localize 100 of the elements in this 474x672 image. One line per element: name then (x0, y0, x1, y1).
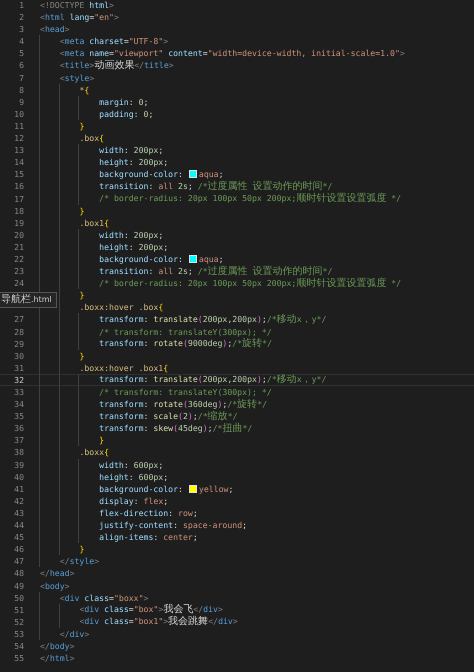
line-number: 40 (14, 470, 24, 483)
line-number: 21 (14, 240, 24, 253)
line-number: 48 (14, 567, 24, 580)
code-text: <div class="box1">我会跳舞</div> (79, 615, 238, 628)
line-number: 39 (14, 458, 24, 471)
code-text: </div> (60, 628, 90, 640)
code-text: yellow; (198, 482, 234, 495)
line-number: 20 (14, 228, 24, 241)
code-text: transform: translate(200px,200px);/*移动x，y*/ (99, 374, 326, 386)
code-text: background-color: (99, 168, 184, 180)
code-text: <html lang="en"> (40, 11, 119, 24)
code-text: <style> (60, 72, 94, 84)
code-text: justify-content: space-around; (99, 519, 248, 532)
line-number: 8 (19, 84, 24, 96)
code-text: height: 200px; (99, 156, 168, 168)
line-number: 54 (14, 640, 24, 652)
code-text: .box{ (79, 132, 104, 144)
line-number: 46 (14, 543, 24, 556)
code-text: transform: skew(45deg);/*扭曲*/ (99, 422, 252, 435)
code-text: /* transform: translateY(300px); */ (99, 386, 272, 398)
line-number: 22 (14, 252, 24, 266)
code-text: background-color: (99, 482, 184, 495)
line-number: 44 (14, 519, 24, 532)
code-text: .box1{ (79, 216, 110, 229)
code-text: margin: 0; (99, 96, 148, 108)
line-number: 45 (14, 531, 24, 544)
line-number: 28 (14, 326, 24, 338)
line-number: 13 (14, 144, 24, 156)
line-number: 24 (14, 277, 24, 290)
line-number: 10 (14, 108, 24, 120)
code-text: <!DOCTYPE html> (40, 0, 114, 12)
line-number: 9 (19, 96, 24, 108)
color-swatch[interactable] (188, 255, 197, 264)
line-number: 33 (14, 386, 24, 398)
code-text: .boxx:hover .box1{ (79, 362, 168, 374)
code-text: } (79, 350, 84, 362)
line-number: 55 (14, 652, 24, 664)
line-number: 53 (14, 628, 24, 640)
code-text: </html> (40, 652, 75, 664)
code-text: height: 200px; (99, 240, 168, 253)
code-text: /* transform: translateY(300px); */ (99, 326, 272, 338)
line-number: 19 (14, 216, 24, 229)
line-number: 5 (19, 47, 24, 60)
code-text: height: 600px; (99, 470, 168, 483)
code-text: <body> (40, 580, 70, 592)
line-number: 37 (14, 434, 24, 446)
code-text: padding: 0; (99, 108, 154, 120)
code-text: transition: all 2s; /*过度属性 设置动作的时间*/ (99, 264, 332, 278)
code-text: } (79, 204, 84, 217)
code-text: } (79, 120, 84, 132)
code-text: <div class="boxx"> (60, 592, 148, 604)
color-swatch[interactable] (188, 484, 197, 493)
line-number: 41 (14, 482, 24, 495)
line-number: 49 (14, 580, 24, 592)
code-text: } (99, 434, 104, 446)
code-text: aqua; (198, 168, 224, 180)
line-number: 43 (14, 506, 24, 520)
line-number: 42 (14, 494, 24, 507)
line-number: 50 (14, 592, 24, 604)
code-text: width: 600px; (99, 458, 164, 471)
code-text: .boxx:hover .box{ (79, 301, 164, 314)
code-text: <title>动画效果</title> (60, 58, 174, 72)
code-text: flex-direction: row; (99, 506, 198, 520)
code-text: .boxx{ (79, 446, 110, 459)
line-number: 11 (14, 120, 24, 132)
line-number: 29 (14, 338, 24, 350)
line-number: 17 (14, 192, 24, 205)
line-number: 2 (19, 11, 24, 24)
line-number: 47 (14, 555, 24, 568)
line-number: 1 (19, 0, 24, 12)
code-text: </body> (40, 640, 75, 652)
color-swatch[interactable] (188, 170, 197, 178)
line-number: 36 (14, 422, 24, 434)
code-text: /* border-radius: 20px 100px 50px 200px;顺时针设置设置弧度 */ (99, 276, 402, 290)
line-number: 34 (14, 398, 24, 410)
line-number: 51 (14, 604, 24, 616)
line-number: 15 (14, 168, 24, 180)
line-number: 32 (14, 374, 24, 385)
code-text: transform: rotate(360deg);/*旋转*/ (99, 398, 268, 410)
code-text: transition: all 2s; /*过度属性 设置动作的时间*/ (99, 180, 332, 192)
line-number: 31 (14, 362, 24, 374)
line-number: 14 (14, 156, 24, 168)
code-text: </head> (40, 567, 75, 580)
code-text: } (79, 543, 84, 556)
line-number: 6 (19, 59, 24, 72)
line-number: 7 (19, 72, 24, 84)
code-text: *{ (79, 84, 90, 96)
line-number: 30 (14, 350, 24, 362)
code-text: <head> (40, 23, 70, 36)
code-text: aqua; (198, 252, 224, 266)
line-number: 52 (14, 616, 24, 628)
line-number: 16 (14, 180, 24, 192)
code-text: <meta name="viewport" content="width=device-width, initial-scale=1.0"> (60, 47, 405, 60)
line-number: 38 (14, 446, 24, 459)
code-text: transform: translate(200px,200px);/*移动x，y*/ (99, 312, 326, 326)
code-text: /* border-radius: 20px 100px 50px 200px;顺时针设置设置弧度 */ (99, 192, 402, 206)
line-number: 23 (14, 265, 24, 278)
code-text: <div class="box">我会飞</div> (79, 603, 223, 616)
code-text: } (79, 289, 84, 302)
code-text: transform: rotate(9000deg);/*旋转*/ (99, 337, 272, 350)
